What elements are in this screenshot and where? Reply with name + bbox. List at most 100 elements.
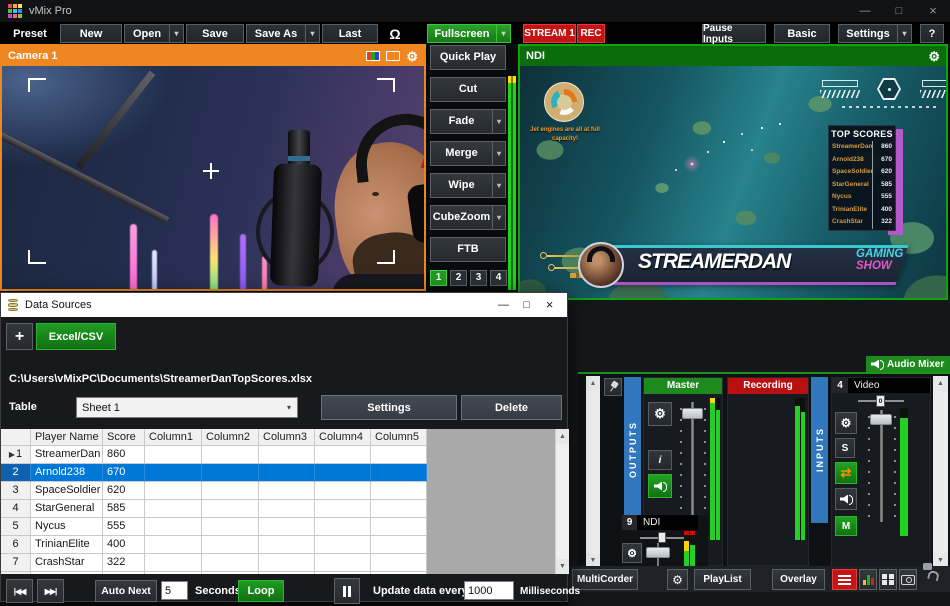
- outputs-strip[interactable]: OUTPUTS: [624, 377, 641, 523]
- dialog-maximize-icon[interactable]: □: [515, 293, 538, 317]
- first-row-button[interactable]: |◀◀: [6, 579, 33, 603]
- auto-next-button[interactable]: Auto Next: [95, 580, 157, 602]
- row-header-cell[interactable]: 3: [1, 482, 31, 500]
- dialog-close-icon[interactable]: ×: [538, 293, 561, 317]
- overlay-button-3[interactable]: 3: [470, 270, 487, 286]
- empty-cell[interactable]: [202, 536, 259, 554]
- dropdown-arrow-icon[interactable]: ▾: [492, 110, 505, 133]
- colorbars-icon[interactable]: [366, 51, 380, 61]
- input-9-gear-icon[interactable]: ⚙: [622, 543, 642, 563]
- empty-cell[interactable]: [202, 482, 259, 500]
- update-interval-input[interactable]: [464, 581, 514, 600]
- empty-cell[interactable]: [145, 500, 202, 518]
- preview-header[interactable]: Camera 1 ⚙: [2, 46, 424, 66]
- scroll-up-icon[interactable]: ▲: [933, 376, 948, 391]
- multicorder-button[interactable]: MultiCorder: [572, 569, 638, 590]
- dialog-minimize-icon[interactable]: —: [492, 293, 515, 317]
- score-cell[interactable]: 555: [103, 518, 145, 536]
- empty-cell[interactable]: [202, 554, 259, 572]
- dropdown-arrow-icon[interactable]: ▾: [492, 206, 505, 229]
- empty-cell[interactable]: [259, 536, 315, 554]
- empty-cell[interactable]: [202, 500, 259, 518]
- save-button[interactable]: Save: [186, 24, 244, 43]
- grid-column-header[interactable]: Column4: [315, 429, 371, 446]
- playlist-button[interactable]: PlayList: [694, 569, 751, 590]
- transition-button-cut[interactable]: Cut: [430, 77, 506, 102]
- open-dropdown-icon[interactable]: ▾: [169, 25, 183, 42]
- overlay-button-4[interactable]: 4: [490, 270, 507, 286]
- player-name-cell[interactable]: CrashStar: [31, 554, 103, 572]
- score-cell[interactable]: 322: [103, 554, 145, 572]
- help-button[interactable]: ?: [920, 24, 944, 43]
- input-4-solo-button[interactable]: S: [835, 438, 855, 458]
- empty-cell[interactable]: [259, 554, 315, 572]
- program-header[interactable]: NDI ⚙: [520, 46, 946, 66]
- overlay-button[interactable]: Overlay: [772, 569, 825, 590]
- player-name-cell[interactable]: StreamerDan: [31, 446, 103, 464]
- score-cell[interactable]: 400: [103, 536, 145, 554]
- transition-button-wipe[interactable]: Wipe▾: [430, 173, 506, 198]
- empty-cell[interactable]: [145, 464, 202, 482]
- row-header-cell[interactable]: 4: [1, 500, 31, 518]
- grid-column-header[interactable]: Score: [103, 429, 145, 446]
- source-type-button[interactable]: Excel/CSV: [36, 323, 116, 350]
- transition-button-fade[interactable]: Fade▾: [430, 109, 506, 134]
- table-delete-button[interactable]: Delete: [461, 395, 562, 420]
- empty-cell[interactable]: [315, 500, 371, 518]
- empty-cell[interactable]: [371, 518, 427, 536]
- empty-cell[interactable]: [145, 518, 202, 536]
- empty-cell[interactable]: [315, 482, 371, 500]
- grid-scrollbar[interactable]: ▲ ▼: [555, 429, 569, 574]
- footer-gear-icon[interactable]: ⚙: [667, 569, 688, 590]
- scroll-up-icon[interactable]: ▲: [586, 376, 600, 391]
- score-cell[interactable]: 585: [103, 500, 145, 518]
- add-source-button[interactable]: +: [6, 323, 33, 350]
- grid-column-header[interactable]: Column2: [202, 429, 259, 446]
- empty-cell[interactable]: [371, 446, 427, 464]
- grid-column-header[interactable]: Column5: [371, 429, 427, 446]
- input-4-fader-knob[interactable]: [870, 414, 892, 425]
- master-fader-knob[interactable]: [682, 408, 703, 419]
- fullscreen-button[interactable]: Fullscreen ▾: [427, 24, 511, 43]
- empty-cell[interactable]: [315, 554, 371, 572]
- score-cell[interactable]: 620: [103, 482, 145, 500]
- table-select[interactable]: Sheet 1 ▾: [76, 397, 298, 418]
- empty-cell[interactable]: [202, 464, 259, 482]
- pause-button[interactable]: [334, 578, 360, 604]
- transition-button-quick-play[interactable]: Quick Play: [430, 45, 506, 70]
- save-as-button[interactable]: Save As ▾: [246, 24, 320, 43]
- row-header-cell[interactable]: ▶1: [1, 446, 31, 464]
- inputs-strip[interactable]: INPUTS: [811, 377, 828, 523]
- program-gear-icon[interactable]: ⚙: [928, 50, 940, 63]
- grid-column-header[interactable]: Column1: [145, 429, 202, 446]
- empty-cell[interactable]: [145, 446, 202, 464]
- empty-cell[interactable]: [259, 500, 315, 518]
- empty-cell[interactable]: [371, 536, 427, 554]
- player-name-cell[interactable]: SpaceSoldier: [31, 482, 103, 500]
- score-cell[interactable]: 670: [103, 464, 145, 482]
- dropdown-arrow-icon[interactable]: ▾: [492, 174, 505, 197]
- row-header-cell[interactable]: 2: [1, 464, 31, 482]
- rec-button[interactable]: REC: [577, 24, 605, 43]
- snapshot-button[interactable]: [899, 569, 917, 590]
- empty-cell[interactable]: [259, 482, 315, 500]
- empty-cell[interactable]: [259, 518, 315, 536]
- empty-cell[interactable]: [202, 446, 259, 464]
- input-4-gear-icon[interactable]: ⚙: [835, 412, 857, 434]
- window-maximize-icon[interactable]: □: [882, 0, 916, 22]
- program-video[interactable]: Jet engines are all at full capacity! TO…: [520, 66, 946, 298]
- dialog-titlebar[interactable]: Data Sources — □ ×: [1, 293, 567, 317]
- last-row-button[interactable]: ▶▶|: [37, 579, 64, 603]
- master-fader-track[interactable]: [691, 402, 694, 520]
- window-close-icon[interactable]: ×: [916, 0, 950, 22]
- settings-dropdown-icon[interactable]: ▾: [897, 25, 911, 42]
- layout-grid-button[interactable]: [879, 569, 897, 590]
- transition-button-cubezoom[interactable]: CubeZoom▾: [430, 205, 506, 230]
- empty-cell[interactable]: [371, 500, 427, 518]
- save-as-dropdown-icon[interactable]: ▾: [305, 25, 319, 42]
- grid-column-header[interactable]: Player Name: [31, 429, 103, 446]
- settings-button[interactable]: Settings ▾: [838, 24, 912, 43]
- overlay-button-2[interactable]: 2: [450, 270, 467, 286]
- player-name-cell[interactable]: StarGeneral: [31, 500, 103, 518]
- last-button[interactable]: Last: [322, 24, 378, 43]
